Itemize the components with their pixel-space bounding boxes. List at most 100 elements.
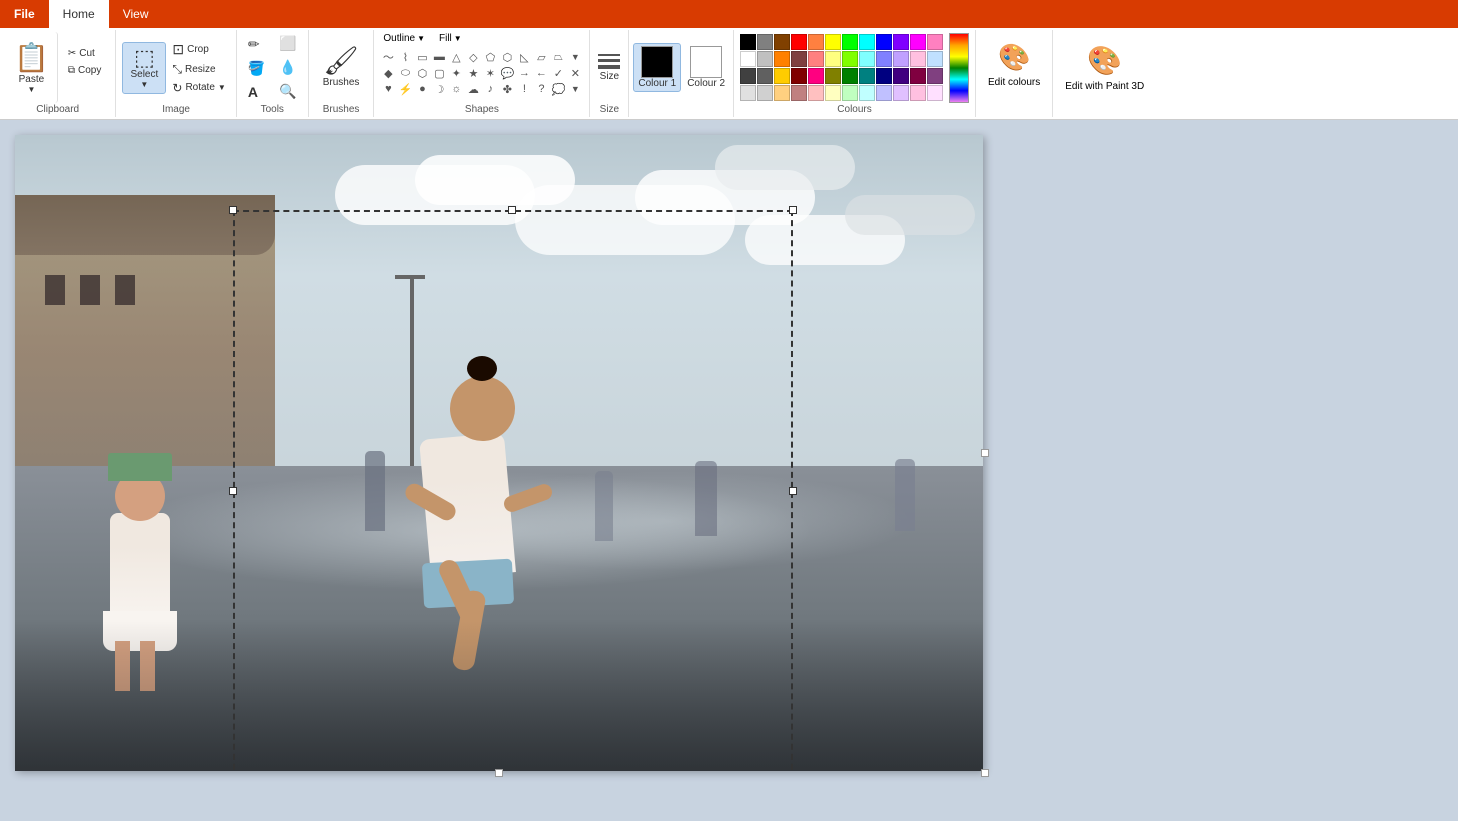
colour-rosewood[interactable] [791,85,807,101]
canvas-area[interactable] [0,120,1458,821]
colour-navy[interactable] [876,68,892,84]
shape-more[interactable]: ▼ [567,81,583,97]
colour-yellow[interactable] [825,34,841,50]
colour-darkgreen[interactable] [842,68,858,84]
shape-lightning[interactable]: ⚡ [397,81,413,97]
colour-teal[interactable] [859,68,875,84]
select-button[interactable]: ⬚ Select ▼ [122,42,166,94]
colour-cream[interactable] [825,85,841,101]
colour-verylightgray[interactable] [740,85,756,101]
colour-lightcyan[interactable] [859,51,875,67]
colour-black[interactable] [740,34,756,50]
colour-darkgray2[interactable] [740,68,756,84]
colour-darkgray[interactable] [757,34,773,50]
colour-mintgreen[interactable] [842,85,858,101]
colour-mauve[interactable] [927,68,943,84]
handle-tm[interactable] [508,206,516,214]
colour-green[interactable] [842,34,858,50]
colour-lightblue[interactable] [876,51,892,67]
colour-lightgreen[interactable] [842,51,858,67]
shape-circle[interactable]: ● [414,81,430,97]
text-button[interactable]: A [243,81,270,103]
handle-mr[interactable] [789,487,797,495]
shape-para[interactable]: ▱ [533,49,549,65]
shape-expand[interactable]: ▼ [567,49,583,65]
shape-star5[interactable]: ★ [465,65,481,81]
colour-blush[interactable] [910,85,926,101]
shape-bang[interactable]: ! [516,81,532,97]
shape-right-tri[interactable]: ◺ [516,49,532,65]
shape-rect[interactable]: ▭ [414,49,430,65]
rainbow-swatch[interactable] [949,33,969,103]
pencil-button[interactable]: ✏ [243,33,270,56]
color-picker-button[interactable]: 💧 [274,56,301,79]
crop-button[interactable]: ⊡ Crop [168,39,229,60]
rotate-dropdown[interactable]: ▼ [218,83,226,92]
colour-hotpink[interactable] [808,68,824,84]
canvas-handle-bottom[interactable] [495,769,503,777]
shape-oval[interactable]: ⬭ [397,65,413,81]
tab-home[interactable]: Home [49,0,109,28]
colour-pinkwhite[interactable] [808,85,824,101]
shape-curve[interactable]: 〜 [380,49,396,65]
edit-paint3d-button[interactable]: 🎨 Edit with Paint 3D [1053,30,1156,117]
shape-sun[interactable]: ☼ [448,81,464,97]
tab-view[interactable]: View [109,0,163,28]
shape-note[interactable]: ♪ [482,81,498,97]
shape-arrow-right[interactable]: → [516,65,532,81]
colour-lightlavender[interactable] [893,85,909,101]
handle-ml[interactable] [229,487,237,495]
canvas-handle-right[interactable] [981,449,989,457]
colour-lightcyan2[interactable] [859,85,875,101]
colour-lightgray[interactable] [757,51,773,67]
shape-pentagon[interactable]: ⬠ [482,49,498,65]
colour-orange[interactable] [808,34,824,50]
colour-olive[interactable] [825,68,841,84]
shape-tri[interactable]: △ [448,49,464,65]
colour-cyan[interactable] [859,34,875,50]
handle-tr[interactable] [789,206,797,214]
shape-x[interactable]: ✕ [567,65,583,81]
shape-diamond[interactable]: ◇ [465,49,481,65]
shape-check[interactable]: ✓ [550,65,566,81]
shape-chat[interactable]: 💭 [550,81,566,97]
brushes-button[interactable]: 🖌 Brushes [315,43,368,92]
paste-dropdown-arrow[interactable]: ▼ [27,85,35,94]
canvas-image[interactable] [15,135,983,771]
colour-lightpink[interactable] [910,51,926,67]
shape-rounded-rect[interactable]: ▢ [431,65,447,81]
colour-silver[interactable] [757,85,773,101]
shape-diamond2[interactable]: ◆ [380,65,396,81]
eraser-button[interactable]: ⬜ [274,32,301,55]
shape-cloud[interactable]: ☁ [465,81,481,97]
colour-plum[interactable] [910,68,926,84]
edit-colours-button[interactable]: 🎨 Edit colours [976,30,1053,117]
fill-bucket-button[interactable]: 🪣 [243,57,270,80]
colour-paleblue[interactable] [927,51,943,67]
colour1-swatch[interactable]: Colour 1 [633,43,681,92]
handle-tl[interactable] [229,206,237,214]
colour-magenta[interactable] [910,34,926,50]
tab-file[interactable]: File [0,0,49,28]
shape-heart[interactable]: ♥ [380,81,396,97]
shape-crescent[interactable]: ☽ [431,81,447,97]
shape-arrow-left[interactable]: ← [533,65,549,81]
colour-periwinkle[interactable] [876,85,892,101]
shape-4star[interactable]: ✤ [499,81,515,97]
shape-star4[interactable]: ✦ [448,65,464,81]
shape-q[interactable]: ? [533,81,549,97]
rotate-button[interactable]: ↻ Rotate ▼ [168,79,229,97]
cut-button[interactable]: ✂ Cut [64,46,106,61]
zoom-button[interactable]: 🔍 [274,80,301,103]
colour-darkred[interactable] [774,34,790,50]
shape-squiggle[interactable]: ⌇ [397,49,413,65]
colour2-swatch[interactable]: Colour 2 [683,44,729,91]
shape-rect2[interactable]: ▬ [431,49,447,65]
colour-lilac[interactable] [927,85,943,101]
colour-indigo[interactable] [893,68,909,84]
colour-midgray[interactable] [757,68,773,84]
copy-button[interactable]: ⧉ Copy [64,63,106,78]
outline-dropdown[interactable]: Outline ▼ [380,32,428,45]
colour-lavender[interactable] [893,51,909,67]
size-button[interactable]: Size [596,52,622,84]
